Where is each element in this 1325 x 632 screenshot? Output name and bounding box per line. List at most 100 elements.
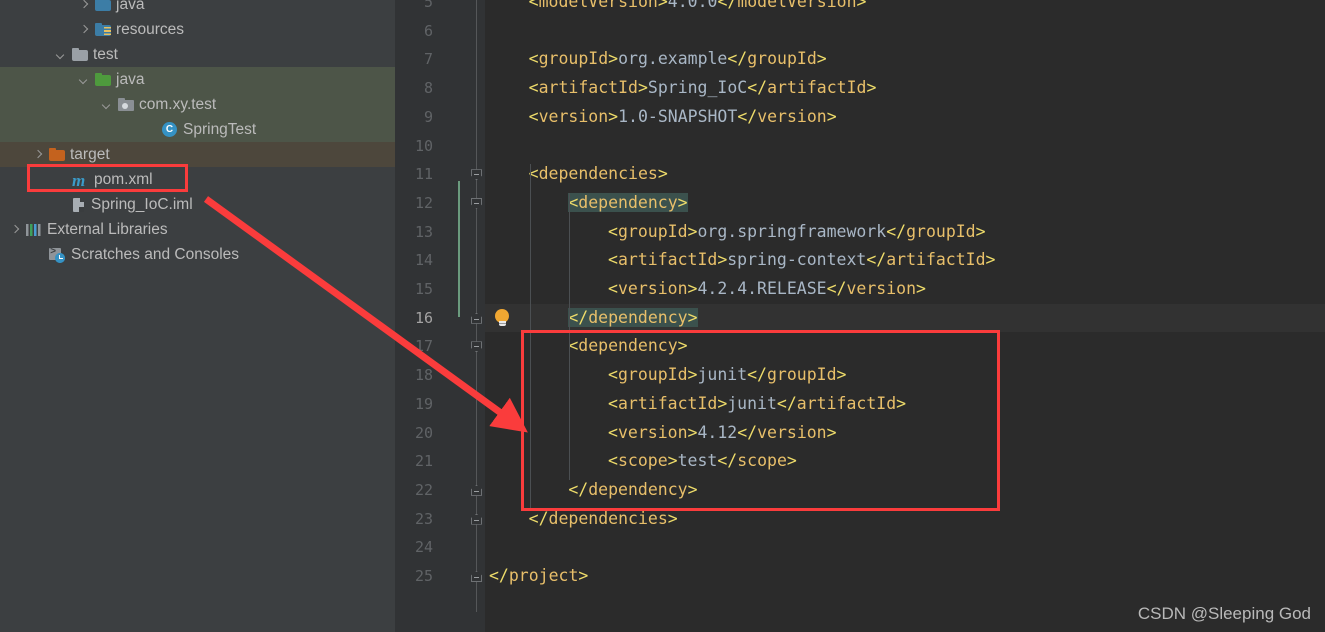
code-line-7[interactable]: <groupId>org.example</groupId> bbox=[529, 45, 827, 74]
tree-item-scratches-and-consoles[interactable]: Scratches and Consoles bbox=[0, 242, 395, 267]
code-token: groupId bbox=[747, 49, 817, 69]
package-icon bbox=[118, 97, 134, 111]
tree-item-resources[interactable]: resources bbox=[0, 17, 395, 42]
fold-close-icon[interactable] bbox=[471, 484, 482, 496]
tree-item-test[interactable]: test bbox=[0, 42, 395, 67]
code-line-text: <version>4.12</version> bbox=[608, 423, 837, 442]
tree-item-java[interactable]: java bbox=[0, 0, 395, 17]
fold-close-icon[interactable] bbox=[471, 571, 482, 582]
code-token: > bbox=[896, 393, 907, 413]
code-line-15[interactable]: <version>4.2.4.RELEASE</version> bbox=[608, 275, 926, 304]
code-line-19[interactable]: <artifactId>junit</artifactId> bbox=[608, 390, 906, 419]
folder-blue-icon bbox=[95, 0, 111, 11]
no-chevron-spacer bbox=[145, 123, 158, 136]
tree-item-label: test bbox=[93, 45, 118, 63]
code-line-9[interactable]: <version>1.0-SNAPSHOT</version> bbox=[529, 103, 837, 132]
code-line-20[interactable]: <version>4.12</version> bbox=[608, 419, 837, 448]
chevron-right-icon[interactable] bbox=[32, 148, 45, 161]
tree-item-label: java bbox=[116, 0, 145, 13]
line-number: 15 bbox=[414, 280, 433, 298]
code-token: > bbox=[786, 451, 797, 471]
chevron-down-icon[interactable] bbox=[55, 48, 68, 61]
code-token: < bbox=[608, 451, 618, 471]
tree-item-java[interactable]: java bbox=[0, 67, 395, 92]
fold-close-icon[interactable] bbox=[471, 513, 482, 525]
code-token: 1.0-SNAPSHOT bbox=[618, 106, 738, 126]
fold-open-icon[interactable] bbox=[471, 341, 482, 353]
code-token: < bbox=[608, 365, 618, 385]
code-token: > bbox=[975, 221, 986, 241]
code-line-11[interactable]: <dependencies> bbox=[529, 160, 668, 189]
code-token: > bbox=[637, 78, 648, 98]
fold-open-icon[interactable] bbox=[471, 169, 482, 181]
folder-resources-icon bbox=[95, 22, 111, 36]
code-line-25[interactable]: </project> bbox=[489, 562, 588, 591]
code-line-21[interactable]: <scope>test</scope> bbox=[608, 447, 797, 476]
code-line-14[interactable]: <artifactId>spring-context</artifactId> bbox=[608, 246, 995, 275]
code-token: </ bbox=[866, 250, 887, 270]
fold-open-icon[interactable] bbox=[471, 197, 482, 209]
code-line-text: <artifactId>Spring_IoC</artifactId> bbox=[529, 78, 877, 97]
maven-icon: m bbox=[72, 170, 86, 190]
tree-item-label: External Libraries bbox=[47, 220, 168, 238]
code-line-17[interactable]: <dependency> bbox=[568, 332, 687, 361]
chevron-right-icon[interactable] bbox=[78, 0, 91, 11]
chevron-down-icon[interactable] bbox=[101, 98, 114, 111]
code-token: artifactId bbox=[617, 250, 718, 270]
code-line-13[interactable]: <groupId>org.springframework</groupId> bbox=[608, 218, 986, 247]
project-tree-panel[interactable]: java resources test java com.xy.test C SpringT… bbox=[0, 0, 395, 632]
code-line-22[interactable]: </dependency> bbox=[568, 476, 697, 505]
code-line-8[interactable]: <artifactId>Spring_IoC</artifactId> bbox=[529, 74, 877, 103]
watermark-label: CSDN @Sleeping God bbox=[1137, 604, 1311, 623]
chevron-right-icon[interactable] bbox=[9, 223, 22, 236]
code-token: < bbox=[608, 422, 618, 442]
code-line-12[interactable]: <dependency> bbox=[568, 189, 688, 218]
line-number: 18 bbox=[414, 366, 433, 385]
code-line-16[interactable]: </dependency> bbox=[568, 304, 698, 333]
java-class-icon: C bbox=[162, 121, 178, 138]
code-token: > bbox=[717, 393, 728, 413]
code-token: modelVersion bbox=[538, 0, 658, 11]
code-content[interactable]: <modelVersion>4.0.0</modelVersion> <group… bbox=[485, 0, 1325, 632]
tree-item-springtest[interactable]: C SpringTest bbox=[0, 117, 395, 142]
code-line-5[interactable]: <modelVersion>4.0.0</modelVersion> bbox=[529, 0, 867, 17]
code-token: </ bbox=[489, 566, 509, 585]
code-token: </ bbox=[717, 451, 738, 471]
tree-item-spring-ioc-iml[interactable]: Spring_IoC.iml bbox=[0, 192, 395, 217]
code-token: artifactId bbox=[886, 250, 986, 270]
chevron-right-icon[interactable] bbox=[78, 23, 91, 36]
code-token: </ bbox=[727, 49, 748, 69]
code-token: version bbox=[617, 279, 688, 298]
code-token: > bbox=[687, 279, 698, 298]
code-line-text: <dependency> bbox=[568, 192, 688, 212]
line-number: 17 bbox=[414, 337, 433, 356]
code-token: > bbox=[717, 250, 728, 270]
scratches-icon bbox=[49, 246, 66, 263]
code-token: dependency bbox=[578, 336, 678, 356]
fold-close-icon[interactable] bbox=[471, 312, 482, 324]
code-token: groupId bbox=[617, 365, 688, 385]
code-token: 4.0.0 bbox=[667, 0, 718, 11]
code-token: artifactId bbox=[796, 393, 897, 413]
tree-item-external-libraries[interactable]: External Libraries bbox=[0, 217, 395, 242]
tree-item-pom-xml[interactable]: m pom.xml bbox=[0, 167, 395, 192]
code-token: spring-context bbox=[727, 250, 867, 270]
code-token: < bbox=[528, 49, 539, 69]
tree-item-com-xy-test[interactable]: com.xy.test bbox=[0, 92, 395, 117]
code-line-23[interactable]: </dependencies> bbox=[529, 505, 678, 534]
no-chevron-spacer bbox=[55, 173, 68, 186]
tree-item-target[interactable]: target bbox=[0, 142, 395, 167]
code-token: version bbox=[538, 106, 609, 126]
code-editor[interactable]: 5 6 7 8 9 10 11 12 13 14 15 16 17 18 19 20 21 22 23 24 25 <m… bbox=[395, 0, 1325, 632]
editor-gutter[interactable]: 5 6 7 8 9 10 11 12 13 14 15 16 17 18 19 20 21 22 23 24 25 bbox=[395, 0, 509, 632]
line-number: 25 bbox=[414, 567, 433, 585]
code-token: dependency bbox=[588, 307, 688, 327]
code-line-18[interactable]: <groupId>junit</groupId> bbox=[608, 361, 846, 390]
no-chevron-spacer bbox=[32, 248, 45, 261]
line-number: 12 bbox=[414, 193, 433, 212]
code-token: > bbox=[687, 365, 698, 385]
code-token: artifactId bbox=[617, 393, 718, 413]
code-token: dependencies bbox=[548, 508, 668, 528]
folder-orange-icon bbox=[49, 147, 65, 161]
chevron-down-icon[interactable] bbox=[78, 73, 91, 86]
